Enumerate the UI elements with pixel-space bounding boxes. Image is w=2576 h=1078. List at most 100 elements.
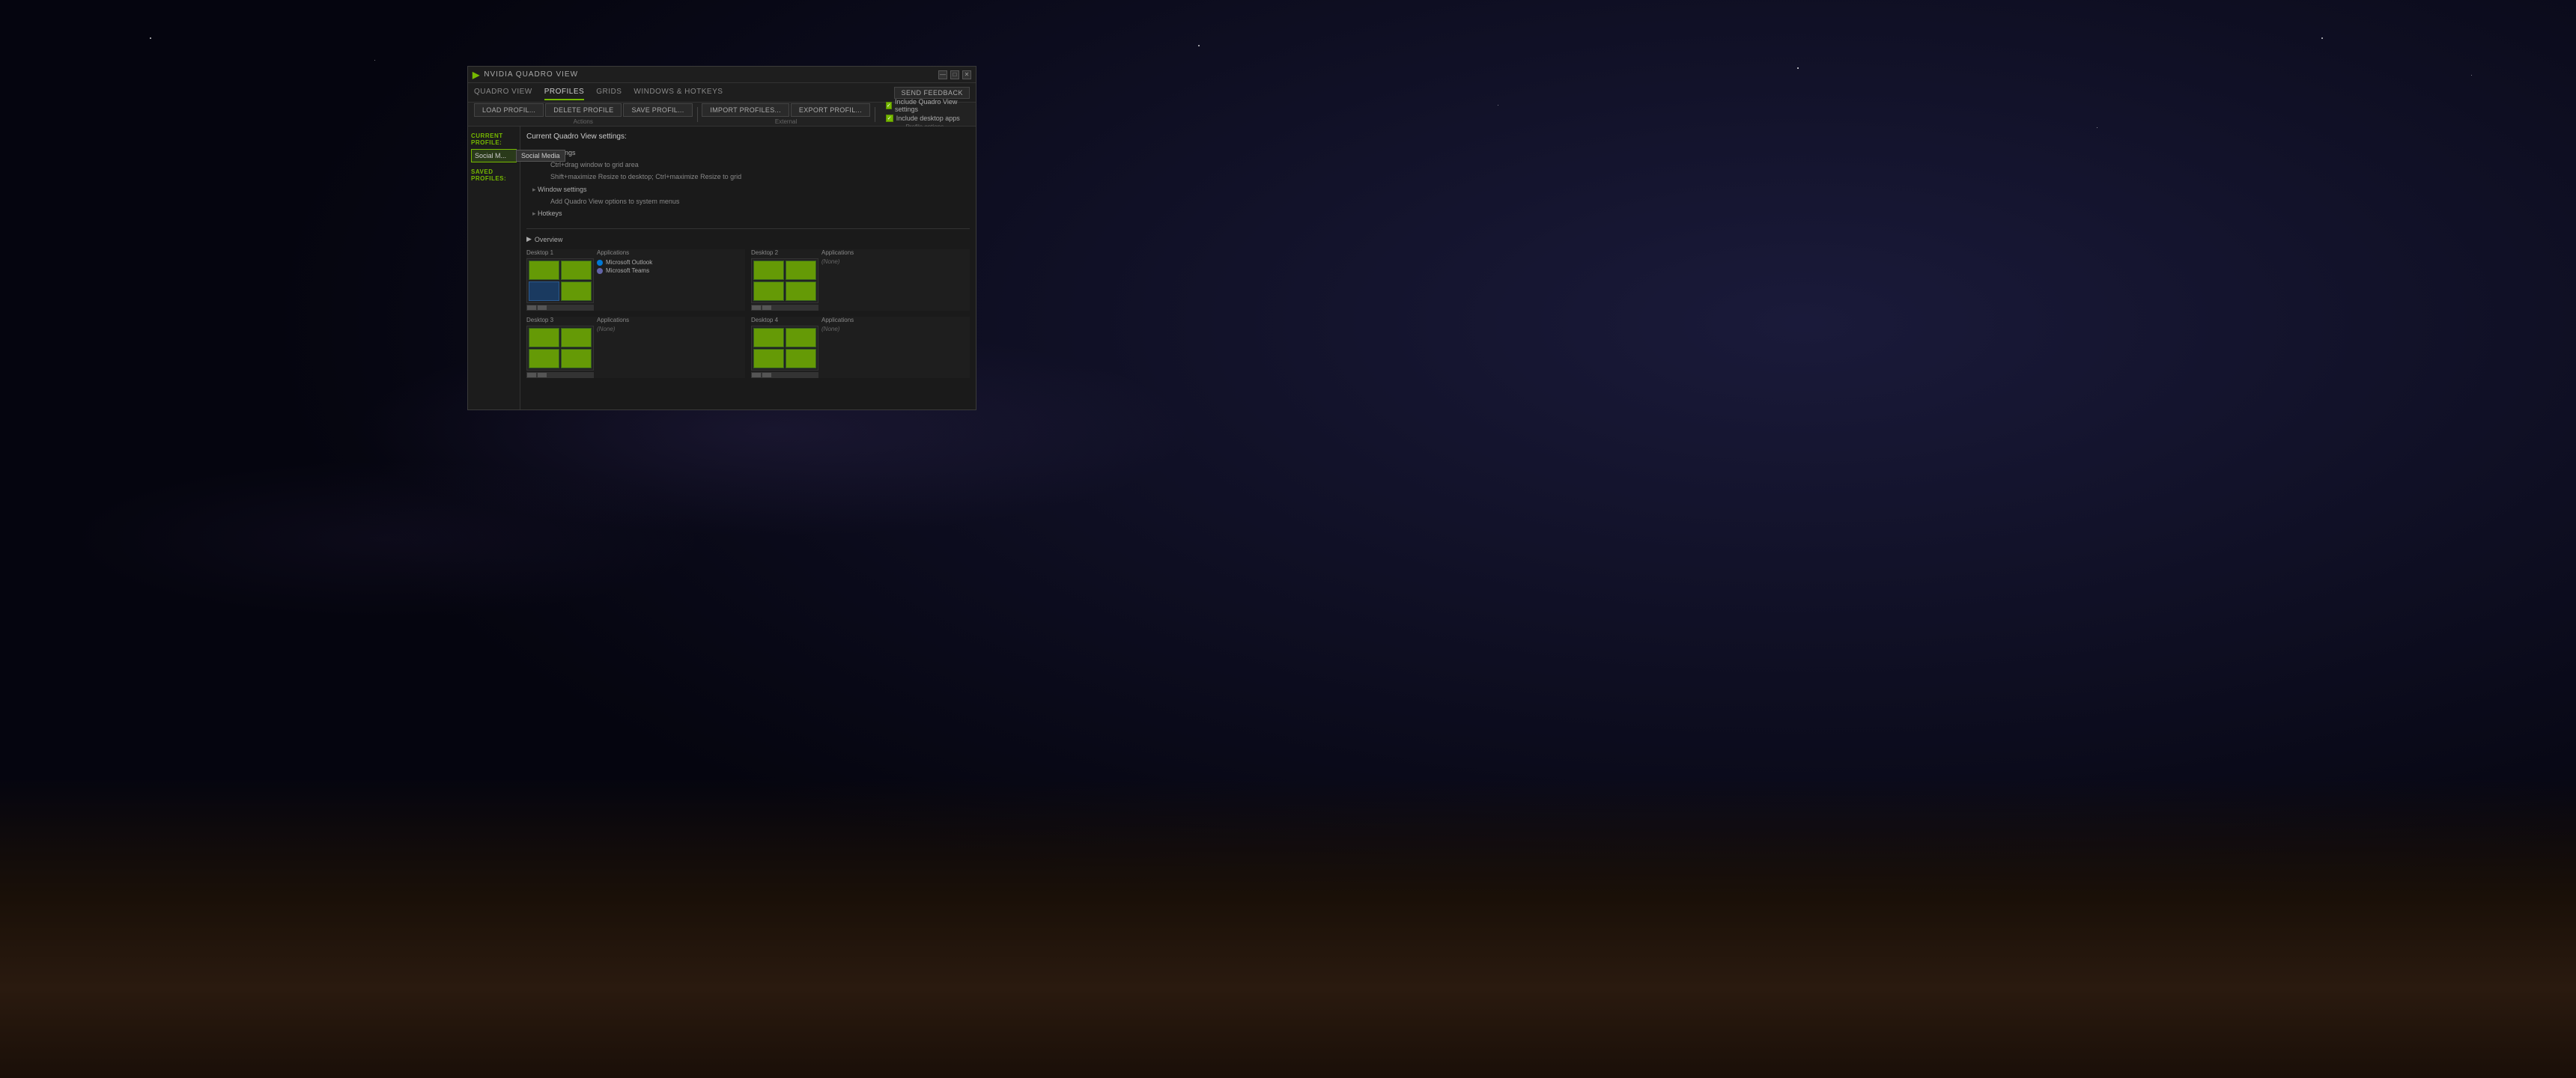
save-profile-button[interactable]: SAVE PROFIL... xyxy=(623,103,692,117)
desktop-3-label: Desktop 3 xyxy=(526,317,594,323)
desktop-1-apps: Applications Microsoft Outlook Microsoft… xyxy=(597,249,745,311)
desktop-3-apps-none: (None) xyxy=(597,326,745,332)
settings-group-grid: Grid settings Ctrl+drag window to grid a… xyxy=(526,147,970,183)
tab-grids[interactable]: GRIDS xyxy=(596,85,622,100)
grid-cell-1-3 xyxy=(529,281,559,301)
content-area: Current Quadro View settings: Grid setti… xyxy=(520,127,976,409)
desktop-1-grid xyxy=(526,258,594,303)
outlook-dot-icon xyxy=(597,260,603,266)
settings-group-window: Window settings Add Quadro View options … xyxy=(526,183,970,207)
star xyxy=(374,60,375,61)
grid-setting-2: Shift+maximize Resize to desktop; Ctrl+m… xyxy=(544,171,970,183)
grid-cell-3-2 xyxy=(561,328,592,347)
toolbar-action-buttons: LOAD PROFIL... DELETE PROFILE SAVE PROFI… xyxy=(474,103,693,117)
desktop-4-grid xyxy=(751,326,818,371)
grid-cell-3-3 xyxy=(529,349,559,368)
overview-chevron-icon: ▶ xyxy=(526,235,532,243)
title-bar: ▶ NVIDIA QUADRO VIEW — □ ✕ xyxy=(468,67,976,83)
toolbar: LOAD PROFIL... DELETE PROFILE SAVE PROFI… xyxy=(468,103,976,127)
desktop-4-preview: Desktop 4 xyxy=(751,317,818,378)
desktop-4-apps-none: (None) xyxy=(821,326,970,332)
grid-cell-2-3 xyxy=(753,281,784,301)
main-content: CURRENT PROFILE: Social M... Social Medi… xyxy=(468,127,976,409)
grid-cell-4-2 xyxy=(786,328,816,347)
desktop-1-label: Desktop 1 xyxy=(526,249,594,256)
outlook-name: Microsoft Outlook xyxy=(606,259,652,266)
desktop-3-preview: Desktop 3 xyxy=(526,317,594,378)
star xyxy=(150,37,151,39)
grid-cell-1-2 xyxy=(561,261,592,280)
desktop-card-1: Desktop 1 xyxy=(526,249,745,311)
teams-name: Microsoft Teams xyxy=(606,267,649,274)
grid-settings-sublist: Ctrl+drag window to grid area Shift+maxi… xyxy=(532,159,970,183)
sidebar: CURRENT PROFILE: Social M... Social Medi… xyxy=(468,127,520,409)
desktop-1-apps-label: Applications xyxy=(597,249,745,256)
saved-profiles-label: SAVED PROFILES: xyxy=(471,168,517,182)
profile-tooltip: Social Media xyxy=(516,150,565,162)
settings-list: Grid settings Ctrl+drag window to grid a… xyxy=(526,147,970,219)
delete-profile-button[interactable]: DELETE PROFILE xyxy=(545,103,622,117)
settings-title: Current Quadro View settings: xyxy=(526,133,970,141)
desktop-4-taskbar xyxy=(751,372,818,378)
toolbar-external-section: IMPORT PROFILES... EXPORT PROFIL... Exte… xyxy=(702,103,870,125)
grid-cell-1-4 xyxy=(561,281,592,301)
terrain-overlay xyxy=(0,779,2576,1078)
title-bar-left: ▶ NVIDIA QUADRO VIEW xyxy=(473,70,578,80)
grid-setting-1: Ctrl+drag window to grid area xyxy=(544,159,970,171)
window-setting-1: Add Quadro View options to system menus xyxy=(544,195,970,207)
star xyxy=(1198,45,1200,46)
taskbar-item-6 xyxy=(538,373,547,377)
desktop-3-apps: Applications (None) xyxy=(597,317,745,378)
settings-group-hotkeys: Hotkeys xyxy=(526,207,970,219)
desktop-3-grid xyxy=(526,326,594,371)
grid-cell-2-4 xyxy=(786,281,816,301)
include-desktop-apps-option: ✓ Include desktop apps xyxy=(886,115,964,122)
minimize-button[interactable]: — xyxy=(938,70,947,79)
current-profile-item[interactable]: Social M... Social Media xyxy=(471,149,517,162)
star xyxy=(1797,67,1799,69)
star xyxy=(2471,75,2472,76)
window-settings-label: Window settings xyxy=(538,186,587,193)
tab-quadro-view[interactable]: QUADRO VIEW xyxy=(474,85,532,100)
taskbar-item-7 xyxy=(752,373,761,377)
app-item-teams: Microsoft Teams xyxy=(597,267,745,275)
desktop-4-apps: Applications (None) xyxy=(821,317,970,378)
desktop-1-taskbar xyxy=(526,305,594,311)
desktop-4-apps-label: Applications xyxy=(821,317,970,323)
maximize-button[interactable]: □ xyxy=(950,70,959,79)
include-quadro-view-checkbox[interactable]: ✓ xyxy=(886,102,892,109)
desktop-card-4: Desktop 4 xyxy=(751,317,970,378)
taskbar-item-5 xyxy=(527,373,536,377)
taskbar-item-1 xyxy=(527,305,536,310)
taskbar-item-2 xyxy=(538,305,547,310)
export-profiles-button[interactable]: EXPORT PROFIL... xyxy=(791,103,870,117)
taskbar-item-4 xyxy=(762,305,771,310)
actions-label: Actions xyxy=(574,118,593,125)
window-title: NVIDIA QUADRO VIEW xyxy=(484,70,578,79)
taskbar-item-3 xyxy=(752,305,761,310)
app-window: ▶ NVIDIA QUADRO VIEW — □ ✕ QUADRO VIEW P… xyxy=(467,66,976,410)
tab-windows-hotkeys[interactable]: WINDOWS & HOTKEYS xyxy=(634,85,723,100)
desktop-card-2: Desktop 2 xyxy=(751,249,970,311)
grid-cell-1-1 xyxy=(529,261,559,280)
desktop-2-grid xyxy=(751,258,818,303)
star xyxy=(2321,37,2323,39)
close-button[interactable]: ✕ xyxy=(962,70,971,79)
tab-profiles[interactable]: PROFILES xyxy=(544,85,584,100)
taskbar-item-8 xyxy=(762,373,771,377)
current-profile-name: Social M... xyxy=(475,152,506,159)
overview-header[interactable]: ▶ Overview xyxy=(526,235,970,243)
desktop-3-apps-label: Applications xyxy=(597,317,745,323)
load-profile-button[interactable]: LOAD PROFIL... xyxy=(474,103,544,117)
include-quadro-view-option: ✓ Include Quadro View settings xyxy=(886,98,964,113)
desktop-4-label: Desktop 4 xyxy=(751,317,818,323)
import-profiles-button[interactable]: IMPORT PROFILES... xyxy=(702,103,789,117)
include-desktop-apps-checkbox[interactable]: ✓ xyxy=(886,115,893,122)
grid-cell-3-1 xyxy=(529,328,559,347)
toolbar-divider-1 xyxy=(697,107,698,122)
desktop-3-taskbar xyxy=(526,372,594,378)
external-label: External xyxy=(775,118,797,125)
include-desktop-apps-label: Include desktop apps xyxy=(896,115,960,122)
desktop-2-preview: Desktop 2 xyxy=(751,249,818,311)
grid-cell-2-1 xyxy=(753,261,784,280)
